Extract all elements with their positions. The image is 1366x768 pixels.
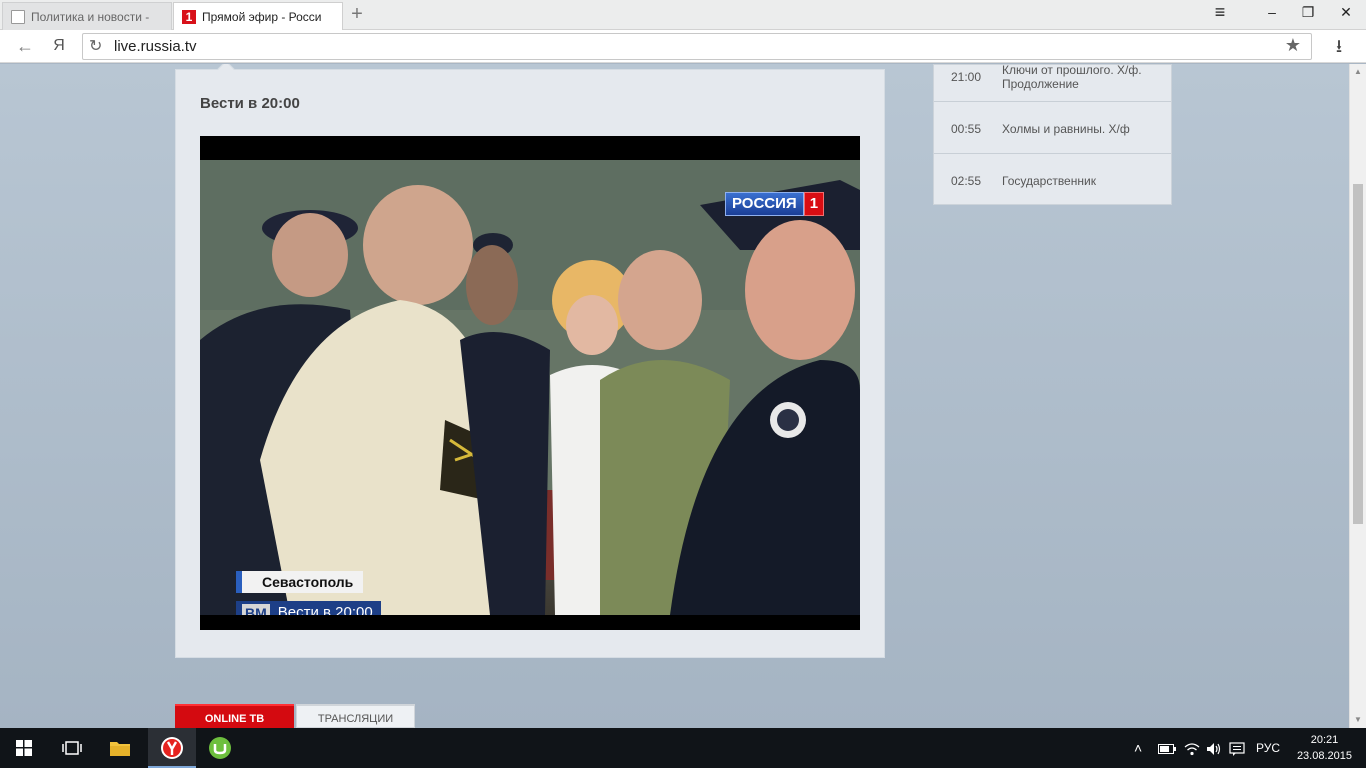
notifications-icon[interactable] — [1229, 728, 1245, 768]
scroll-up-icon[interactable]: ▲ — [1350, 64, 1366, 80]
channel-one-favicon-icon: 1 — [182, 10, 196, 24]
file-explorer-button[interactable] — [96, 728, 144, 768]
windows-taskbar: ˄ РУС 20:21 23.08.2015 — [0, 728, 1366, 768]
video-scene-image — [200, 160, 860, 615]
schedule-item[interactable]: 21:00 Ключи от прошлого. Х/ф. Продолжени… — [934, 64, 1171, 102]
player-panel: Вести в 20:00 РОССИЯ 1 Севастополь ВМ Ве… — [175, 64, 885, 658]
page-content: Вести в 20:00 РОССИЯ 1 Севастополь ВМ Ве… — [0, 64, 1366, 728]
video-player[interactable]: РОССИЯ 1 Севастополь ВМ Вести в 20:00 — [200, 136, 860, 630]
page-scrollbar[interactable]: ▲ ▼ — [1349, 64, 1366, 728]
schedule-time: 02:55 — [951, 174, 982, 188]
wifi-icon[interactable] — [1184, 728, 1200, 768]
yandex-browser-taskbar-button[interactable] — [148, 728, 196, 768]
download-icon[interactable]: ⭳ — [1326, 34, 1352, 58]
input-language[interactable]: РУС — [1256, 728, 1280, 768]
task-view-icon — [62, 741, 82, 755]
panel-pointer — [217, 64, 235, 78]
tab-label: Прямой эфир - Росси — [202, 10, 322, 24]
windows-logo-icon — [16, 740, 32, 756]
yandex-icon[interactable]: Я — [46, 34, 72, 58]
menu-icon[interactable]: ≡ — [1198, 0, 1242, 26]
folder-icon — [110, 742, 130, 756]
schedule-item[interactable]: 02:55 Государственник — [934, 154, 1171, 206]
show-hidden-icons-icon[interactable]: ˄ — [1134, 728, 1142, 768]
video-frame: РОССИЯ 1 Севастополь ВМ Вести в 20:00 — [200, 160, 860, 615]
tab-politics-news[interactable]: Политика и новости - — [2, 2, 172, 30]
tab-label: Политика и новости - — [31, 10, 150, 24]
program-title: Вести в 20:00 — [200, 95, 300, 112]
tab-broadcasts[interactable]: ТРАНСЛЯЦИИ — [296, 704, 415, 728]
show-caption-text: Вести в 20:00 — [277, 604, 373, 615]
schedule-name: Государственник — [1002, 174, 1096, 188]
scrollbar-thumb[interactable] — [1353, 184, 1363, 524]
browser-toolbar: ← Я ↻ live.russia.tv ★ ⭳ — [0, 30, 1366, 63]
schedule-name: Ключи от прошлого. Х/ф. Продолжение — [1002, 64, 1142, 91]
url-text[interactable]: live.russia.tv — [114, 38, 197, 55]
location-caption: Севастополь — [236, 571, 364, 593]
close-button[interactable]: ✕ — [1324, 0, 1366, 26]
schedule-time: 00:55 — [951, 122, 982, 136]
scroll-down-icon[interactable]: ▼ — [1350, 712, 1366, 728]
bookmark-star-icon[interactable]: ★ — [1285, 35, 1301, 56]
vesti-mark: ВМ — [242, 604, 270, 615]
back-arrow-icon[interactable]: ← — [12, 34, 38, 58]
channel-logo-word: РОССИЯ — [725, 192, 804, 216]
battery-icon[interactable] — [1158, 728, 1176, 768]
address-bar[interactable]: ↻ live.russia.tv ★ — [82, 33, 1312, 60]
schedule-time: 21:00 — [951, 70, 982, 84]
channel-logo: РОССИЯ 1 — [725, 192, 825, 216]
browser-tabbar: Политика и новости - 1 Прямой эфир - Рос… — [0, 0, 1366, 30]
page-icon — [11, 10, 25, 24]
yandex-browser-icon — [161, 737, 183, 759]
reload-icon[interactable]: ↻ — [89, 36, 102, 56]
new-tab-button[interactable]: + — [346, 3, 368, 27]
channel-logo-number: 1 — [803, 192, 825, 216]
schedule-item[interactable]: 00:55 Холмы и равнины. Х/ф — [934, 102, 1171, 154]
start-button[interactable] — [0, 728, 48, 768]
utorrent-icon — [209, 737, 231, 759]
show-caption: ВМ Вести в 20:00 — [236, 601, 381, 615]
schedule-list: 21:00 Ключи от прошлого. Х/ф. Продолжени… — [933, 64, 1172, 205]
clock-date: 23.08.2015 — [1296, 750, 1352, 762]
volume-icon[interactable] — [1206, 728, 1222, 768]
system-clock[interactable]: 20:21 23.08.2015 — [1297, 732, 1352, 764]
utorrent-taskbar-button[interactable] — [196, 728, 244, 768]
clock-time: 20:21 — [1310, 734, 1339, 746]
tab-live-broadcast[interactable]: 1 Прямой эфир - Росси — [173, 2, 343, 30]
task-view-button[interactable] — [48, 728, 96, 768]
tab-online-tv[interactable]: ONLINE ТВ — [175, 704, 294, 728]
schedule-name: Холмы и равнины. Х/ф — [1002, 122, 1130, 136]
